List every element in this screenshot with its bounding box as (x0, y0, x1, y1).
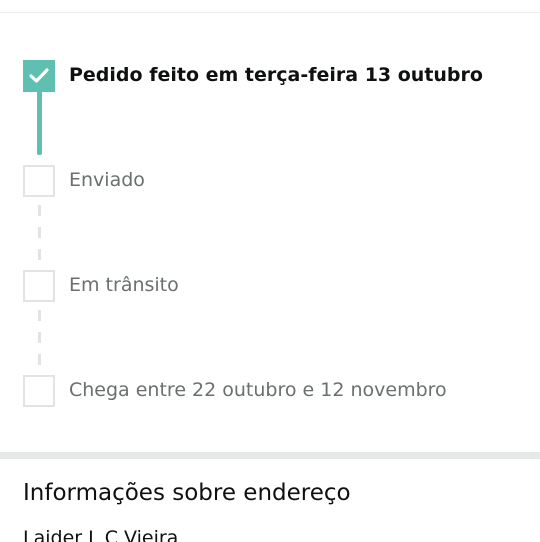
timeline-connector-pending (38, 310, 41, 365)
timeline-connector-pending (38, 205, 41, 260)
timeline-connector-complete (37, 92, 42, 155)
step-arrival-label: Chega entre 22 outubro e 12 novembro (69, 379, 447, 401)
top-divider (0, 12, 540, 13)
order-tracking-screen: Pedido feito em terça-feira 13 outubro E… (0, 0, 540, 542)
step-arrival-checkbox (23, 375, 55, 407)
address-section-title: Informações sobre endereço (23, 480, 351, 506)
address-recipient-name: Laider L C Vieira (23, 527, 179, 542)
step-in-transit-label: Em trânsito (69, 274, 179, 296)
step-in-transit-checkbox (23, 270, 55, 302)
step-shipped-checkbox (23, 165, 55, 197)
step-shipped-label: Enviado (69, 169, 145, 191)
step-ordered-checkbox (23, 60, 55, 92)
section-divider (0, 452, 540, 459)
step-ordered-label: Pedido feito em terça-feira 13 outubro (69, 64, 483, 86)
checkmark-icon (29, 68, 49, 83)
